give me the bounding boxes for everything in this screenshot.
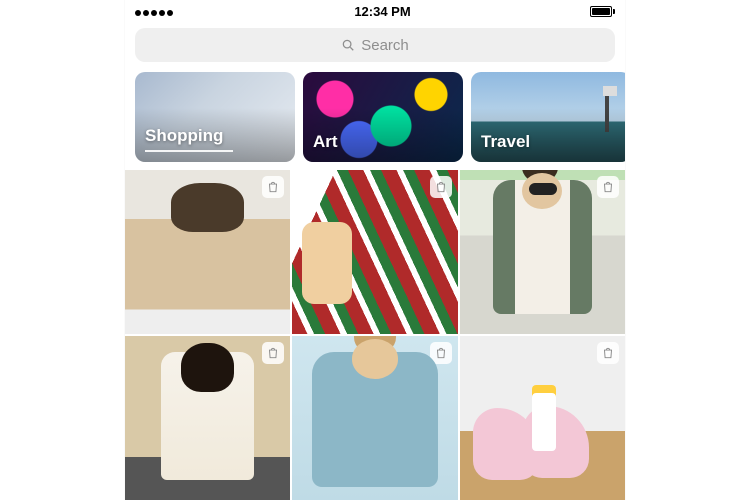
signal-dots bbox=[135, 4, 175, 19]
category-label: Art bbox=[313, 132, 338, 151]
category-label: Travel bbox=[481, 132, 530, 151]
category-travel[interactable]: Travel bbox=[471, 72, 625, 162]
grid-tile[interactable] bbox=[125, 336, 290, 500]
category-row: Shopping Art Travel bbox=[125, 68, 625, 170]
search-icon bbox=[341, 38, 355, 52]
shopping-bag-icon bbox=[262, 342, 284, 364]
category-art[interactable]: Art bbox=[303, 72, 463, 162]
shopping-bag-icon bbox=[597, 342, 619, 364]
status-bar: 12:34 PM bbox=[125, 0, 625, 22]
explore-screen: 12:34 PM Search Shopping Art bbox=[125, 0, 625, 500]
category-label: Shopping bbox=[145, 126, 223, 145]
clock: 12:34 PM bbox=[354, 4, 410, 19]
shopping-bag-icon bbox=[597, 176, 619, 198]
grid-tile[interactable] bbox=[460, 170, 625, 334]
grid-tile[interactable] bbox=[292, 170, 457, 334]
explore-grid bbox=[125, 170, 625, 500]
search-placeholder: Search bbox=[361, 37, 409, 54]
grid-tile[interactable] bbox=[460, 336, 625, 500]
shopping-bag-icon bbox=[262, 176, 284, 198]
grid-tile[interactable] bbox=[292, 336, 457, 500]
search-input[interactable]: Search bbox=[135, 28, 615, 62]
shopping-bag-icon bbox=[430, 176, 452, 198]
category-shopping[interactable]: Shopping bbox=[135, 72, 295, 162]
battery-icon bbox=[590, 6, 615, 17]
shopping-bag-icon bbox=[430, 342, 452, 364]
grid-tile[interactable] bbox=[125, 170, 290, 334]
